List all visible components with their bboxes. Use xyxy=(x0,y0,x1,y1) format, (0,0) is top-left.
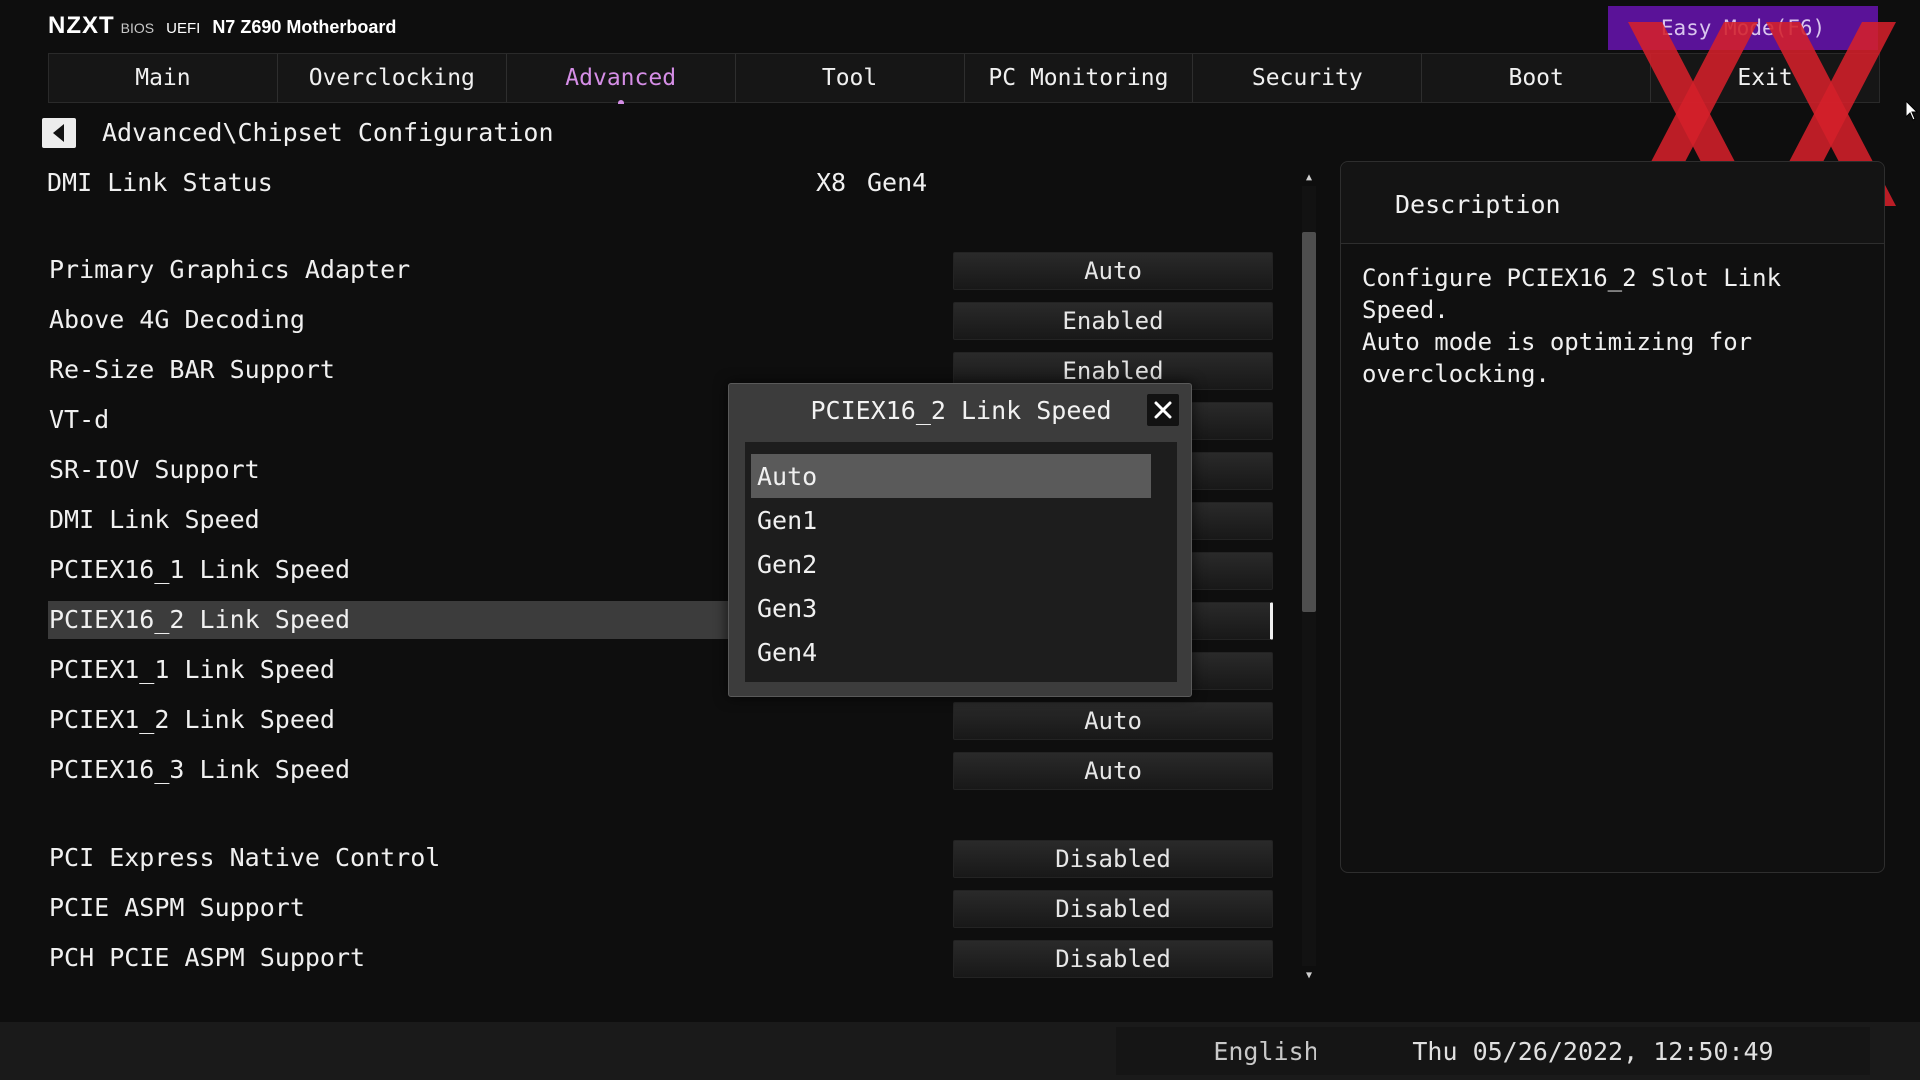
option-gen3[interactable]: Gen3 xyxy=(751,586,1151,630)
tab-security[interactable]: Security xyxy=(1193,54,1423,102)
setting-pciex1-2-link-speed[interactable]: PCIEX1_2 Link Speed xyxy=(49,705,335,734)
brand-logo: NZXT xyxy=(48,12,115,39)
value-pch-pcie-aspm-support[interactable]: Disabled xyxy=(953,940,1273,978)
popup-title: PCIEX16_2 Link Speed xyxy=(810,396,1112,425)
breadcrumb: Advanced\Chipset Configuration xyxy=(102,118,554,147)
dmi-link-status-label: DMI Link Status xyxy=(47,168,273,197)
brand: NZXT BIOS UEFI N7 Z690 Motherboard xyxy=(48,12,396,42)
setting-pciex1-1-link-speed[interactable]: PCIEX1_1 Link Speed xyxy=(49,655,335,684)
option-gen4[interactable]: Gen4 xyxy=(751,630,1151,674)
uefi-label: UEFI xyxy=(166,20,201,37)
tab-overclocking[interactable]: Overclocking xyxy=(278,54,507,102)
tab-pc-monitoring[interactable]: PC Monitoring xyxy=(965,54,1194,102)
setting-resize-bar-support[interactable]: Re-Size BAR Support xyxy=(49,355,335,384)
value-above-4g-decoding[interactable]: Enabled xyxy=(953,302,1273,340)
option-gen1[interactable]: Gen1 xyxy=(751,498,1151,542)
popup-option-list: Auto Gen1 Gen2 Gen3 Gen4 xyxy=(745,442,1177,682)
setting-primary-graphics-adapter[interactable]: Primary Graphics Adapter xyxy=(49,255,410,284)
tab-tool[interactable]: Tool xyxy=(736,54,965,102)
scroll-down-arrow-icon[interactable]: ▼ xyxy=(1302,970,1316,982)
setting-sr-iov-support[interactable]: SR-IOV Support xyxy=(49,455,260,484)
scroll-up-arrow-icon[interactable]: ▲ xyxy=(1302,172,1316,184)
board-name: N7 Z690 Motherboard xyxy=(212,17,397,37)
setting-above-4g-decoding[interactable]: Above 4G Decoding xyxy=(49,305,305,334)
setting-pciex16-1-link-speed[interactable]: PCIEX16_1 Link Speed xyxy=(49,555,350,584)
setting-vt-d[interactable]: VT-d xyxy=(49,405,109,434)
value-pciex1-2-link-speed[interactable]: Auto xyxy=(953,702,1273,740)
dmi-link-gen: Gen4 xyxy=(867,168,928,197)
setting-dmi-link-speed[interactable]: DMI Link Speed xyxy=(49,505,260,534)
setting-pcie-aspm-support[interactable]: PCIE ASPM Support xyxy=(49,893,305,922)
dmi-link-width: X8 xyxy=(816,168,847,197)
setting-pci-express-native-control[interactable]: PCI Express Native Control xyxy=(49,843,440,872)
tab-boot[interactable]: Boot xyxy=(1422,54,1652,102)
description-text: Configure PCIEX16_2 Slot Link Speed. Aut… xyxy=(1362,264,1782,388)
setting-pch-pcie-aspm-support[interactable]: PCH PCIE ASPM Support xyxy=(49,943,365,972)
option-auto[interactable]: Auto xyxy=(751,454,1151,498)
tab-main[interactable]: Main xyxy=(49,54,278,102)
back-button[interactable] xyxy=(42,118,76,148)
scrollbar-thumb[interactable] xyxy=(1302,232,1316,612)
close-icon xyxy=(1154,401,1172,419)
setting-pciex16-2-link-speed[interactable]: PCIEX16_2 Link Speed xyxy=(49,605,350,634)
option-gen2[interactable]: Gen2 xyxy=(751,542,1151,586)
datetime-display: Thu 05/26/2022, 12:50:49 xyxy=(1316,1027,1870,1075)
tab-advanced[interactable]: Advanced xyxy=(507,54,736,104)
link-speed-popup: PCIEX16_2 Link Speed Auto Gen1 Gen2 Gen3… xyxy=(728,383,1192,697)
bios-label: BIOS xyxy=(120,20,155,36)
description-panel: Description Configure PCIEX16_2 Slot Lin… xyxy=(1340,161,1885,873)
value-pci-express-native-control[interactable]: Disabled xyxy=(953,840,1273,878)
value-pcie-aspm-support[interactable]: Disabled xyxy=(953,890,1273,928)
mouse-pointer-icon xyxy=(1906,101,1918,121)
setting-pciex16-3-link-speed[interactable]: PCIEX16_3 Link Speed xyxy=(49,755,350,784)
close-button[interactable] xyxy=(1147,394,1179,426)
description-header: Description xyxy=(1341,162,1884,244)
description-title: Description xyxy=(1395,190,1561,219)
chevron-left-icon xyxy=(53,124,64,142)
main-tabs: Main Overclocking Advanced Tool PC Monit… xyxy=(48,53,1880,104)
value-pciex16-3-link-speed[interactable]: Auto xyxy=(953,752,1273,790)
value-primary-graphics-adapter[interactable]: Auto xyxy=(953,252,1273,290)
